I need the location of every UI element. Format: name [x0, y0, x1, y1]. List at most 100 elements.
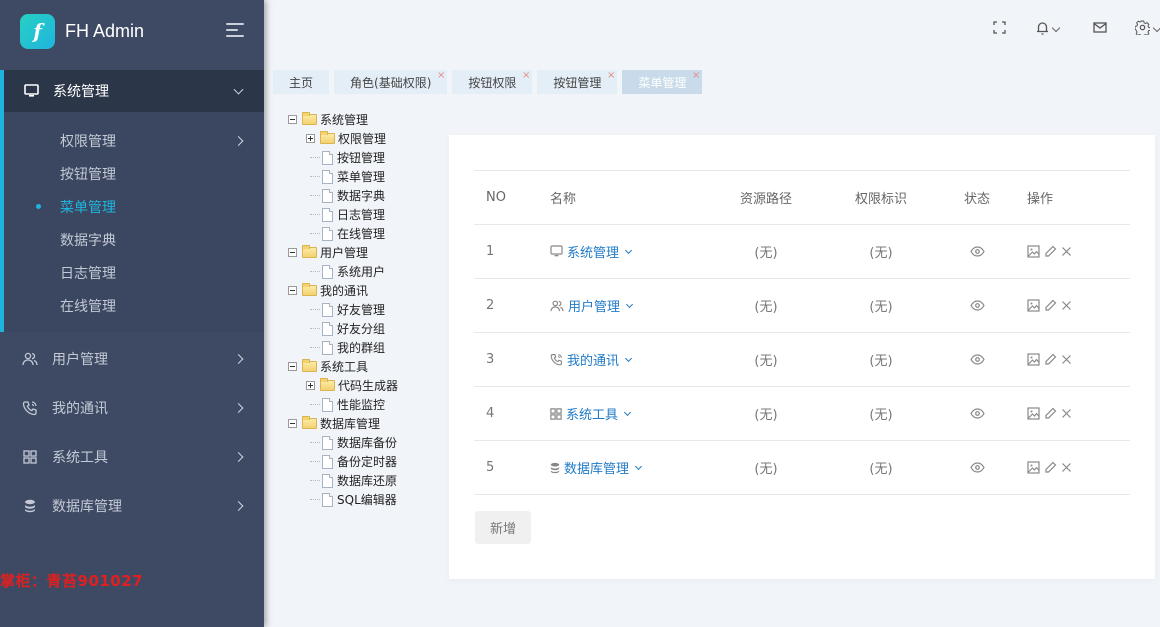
tree-node[interactable]: 数据库备份 [288, 433, 398, 452]
tab-label: 菜单管理 [638, 75, 687, 90]
eye-icon[interactable] [969, 300, 985, 311]
chevron-down-icon[interactable] [623, 408, 632, 416]
sidebar-subitem-button[interactable]: 按钮管理 [4, 157, 264, 190]
chevron-down-icon[interactable] [634, 462, 643, 470]
tree-node[interactable]: 日志管理 [288, 205, 398, 224]
users-icon [550, 300, 564, 312]
image-icon[interactable] [1027, 299, 1040, 312]
collapse-icon[interactable] [288, 419, 297, 428]
chevron-down-icon [1152, 23, 1160, 33]
image-icon[interactable] [1027, 353, 1040, 366]
tree-node[interactable]: 性能监控 [288, 395, 398, 414]
row-operations [1014, 407, 1124, 420]
close-icon[interactable]: × [607, 70, 615, 82]
sidebar-subitem-permission[interactable]: 权限管理 [4, 124, 264, 157]
delete-icon[interactable] [1061, 354, 1072, 365]
tree-node[interactable]: 好友管理 [288, 300, 398, 319]
row-no: 1 [486, 244, 495, 259]
close-icon[interactable]: × [522, 70, 530, 82]
delete-icon[interactable] [1061, 300, 1072, 311]
menu-name-link[interactable]: 数据库管理 [564, 458, 629, 477]
edit-icon[interactable] [1044, 407, 1057, 420]
eye-icon[interactable] [969, 354, 985, 365]
close-icon[interactable]: × [437, 70, 445, 82]
tree-node[interactable]: SQL编辑器 [288, 490, 398, 509]
fullscreen-button[interactable] [993, 21, 1006, 38]
sidebar-subitem-menu[interactable]: 菜单管理 [4, 190, 264, 223]
sidebar-item-system-management[interactable]: 系统管理 [4, 70, 264, 112]
sidebar-subitem-log[interactable]: 日志管理 [4, 256, 264, 289]
delete-icon[interactable] [1061, 462, 1072, 473]
tree-node[interactable]: 菜单管理 [288, 167, 398, 186]
menu-name-link[interactable]: 系统管理 [567, 242, 619, 261]
edit-icon[interactable] [1044, 461, 1057, 474]
tree-node[interactable]: 系统管理 [288, 110, 398, 129]
settings-button[interactable] [1134, 20, 1160, 39]
tree-node[interactable]: 按钮管理 [288, 148, 398, 167]
tree-node[interactable]: 代码生成器 [288, 376, 398, 395]
chevron-down-icon[interactable] [625, 300, 634, 308]
sidebar-item-tools[interactable]: 系统工具 [0, 432, 264, 481]
edit-icon[interactable] [1044, 299, 1057, 312]
image-icon[interactable] [1027, 461, 1040, 474]
tree-node[interactable]: 备份定时器 [288, 452, 398, 471]
tree-node[interactable]: 好友分组 [288, 319, 398, 338]
delete-icon[interactable] [1061, 246, 1072, 257]
active-dot-icon [36, 204, 41, 209]
close-icon[interactable]: × [692, 70, 700, 82]
row-name[interactable]: 数据库管理 [550, 458, 710, 477]
add-button[interactable]: 新增 [475, 511, 531, 544]
sidebar-subitem-dictionary[interactable]: 数据字典 [4, 223, 264, 256]
collapse-icon[interactable] [288, 248, 297, 257]
collapse-icon[interactable] [288, 362, 297, 371]
tree-node[interactable]: 权限管理 [288, 129, 398, 148]
row-name[interactable]: 我的通讯 [550, 350, 710, 369]
tab-role-permissions[interactable]: 角色(基础权限) × [334, 70, 448, 94]
tab-button-permissions[interactable]: 按钮权限 × [452, 70, 533, 94]
tab-label: 按钮权限 [468, 75, 517, 90]
tree-node[interactable]: 数据库还原 [288, 471, 398, 490]
messages-button[interactable] [1093, 22, 1107, 37]
row-name[interactable]: 系统管理 [550, 242, 710, 261]
menu-collapse-icon[interactable] [226, 23, 244, 37]
tree-node[interactable]: 系统用户 [288, 262, 398, 281]
image-icon[interactable] [1027, 407, 1040, 420]
menu-name-link[interactable]: 系统工具 [566, 404, 618, 423]
sidebar-item-users[interactable]: 用户管理 [0, 334, 264, 383]
image-icon[interactable] [1027, 245, 1040, 258]
topbar [264, 0, 1160, 60]
tab-home[interactable]: 主页 [273, 70, 330, 94]
expand-icon[interactable] [306, 134, 315, 143]
row-name[interactable]: 用户管理 [550, 296, 710, 315]
tree-node[interactable]: 在线管理 [288, 224, 398, 243]
tree-node[interactable]: 用户管理 [288, 243, 398, 262]
edit-icon[interactable] [1044, 245, 1057, 258]
tree-node[interactable]: 数据字典 [288, 186, 398, 205]
collapse-icon[interactable] [288, 286, 297, 295]
menu-name-link[interactable]: 用户管理 [568, 296, 620, 315]
menu-table: NO 名称 资源路径 权限标识 状态 操作 1 系统管理 (无) (无) 2 用… [474, 170, 1130, 495]
row-operations [1014, 353, 1124, 366]
tree-node[interactable]: 系统工具 [288, 357, 398, 376]
tree-node[interactable]: 我的群组 [288, 338, 398, 357]
expand-icon[interactable] [306, 381, 315, 390]
collapse-icon[interactable] [288, 115, 297, 124]
tab-button-management[interactable]: 按钮管理 × [537, 70, 618, 94]
tree-connector [310, 214, 320, 215]
row-name[interactable]: 系统工具 [550, 404, 710, 423]
chevron-down-icon[interactable] [624, 354, 633, 362]
notifications-button[interactable] [1036, 21, 1061, 39]
edit-icon[interactable] [1044, 353, 1057, 366]
eye-icon[interactable] [969, 408, 985, 419]
menu-name-link[interactable]: 我的通讯 [567, 350, 619, 369]
tree-node[interactable]: 数据库管理 [288, 414, 398, 433]
delete-icon[interactable] [1061, 408, 1072, 419]
sidebar-item-communication[interactable]: 我的通讯 [0, 383, 264, 432]
sidebar-subitem-online[interactable]: 在线管理 [4, 289, 264, 322]
eye-icon[interactable] [969, 462, 985, 473]
tab-menu-management[interactable]: 菜单管理 × [622, 70, 703, 94]
eye-icon[interactable] [969, 246, 985, 257]
chevron-down-icon[interactable] [624, 246, 633, 254]
sidebar-item-database[interactable]: 数据库管理 [0, 481, 264, 530]
tree-node[interactable]: 我的通讯 [288, 281, 398, 300]
